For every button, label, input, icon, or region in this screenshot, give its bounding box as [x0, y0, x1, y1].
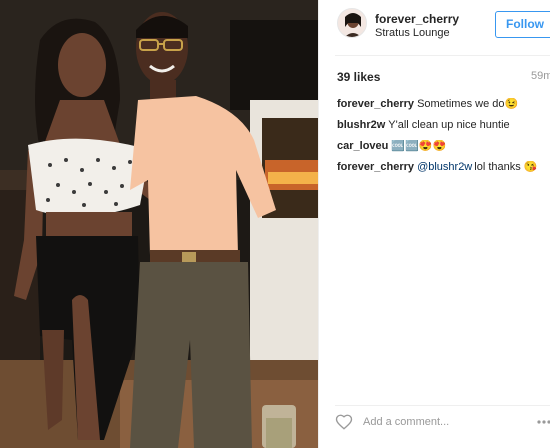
header-divider	[335, 55, 550, 56]
comment-author[interactable]: blushr2w	[337, 119, 385, 131]
comment-author[interactable]: forever_cherry	[337, 98, 414, 110]
comment-mention[interactable]: @blushr2w	[417, 161, 472, 173]
post-username[interactable]: forever_cherry	[375, 12, 459, 26]
comment-author[interactable]: car_loveu	[337, 140, 388, 152]
comment-text: Sometimes we do😉	[417, 98, 519, 110]
comment-text: lol thanks 😘	[474, 161, 538, 173]
comment-item: blushr2w Y'all clean up nice huntie	[337, 119, 550, 132]
likes-count[interactable]: 39 likes	[337, 70, 380, 84]
footer-divider	[335, 405, 550, 406]
comment-author[interactable]: forever_cherry	[337, 161, 414, 173]
comment-item: forever_cherry Sometimes we do😉	[337, 98, 550, 111]
post-details-panel: forever_cherry Stratus Lounge Follow 39 …	[318, 0, 550, 448]
post-location[interactable]: Stratus Lounge	[375, 27, 450, 39]
comments-list: forever_cherry Sometimes we do😉 blushr2w Y…	[337, 98, 550, 182]
comment-text: 🆒🆒😍😍	[391, 140, 447, 152]
more-options-icon[interactable]	[537, 413, 550, 431]
post-photo	[0, 0, 318, 448]
comment-item: forever_cherry @blushr2w lol thanks 😘	[337, 161, 550, 174]
follow-button[interactable]: Follow	[495, 11, 550, 38]
comment-item: car_loveu 🆒🆒😍😍	[337, 140, 550, 153]
comment-text: Y'all clean up nice huntie	[388, 119, 510, 131]
avatar[interactable]	[337, 8, 367, 38]
post-header: forever_cherry Stratus Lounge Follow	[319, 0, 550, 50]
add-comment-input[interactable]: Add a comment...	[363, 416, 449, 428]
post-timestamp[interactable]: 59m	[531, 70, 550, 82]
heart-outline-icon[interactable]	[335, 413, 353, 431]
